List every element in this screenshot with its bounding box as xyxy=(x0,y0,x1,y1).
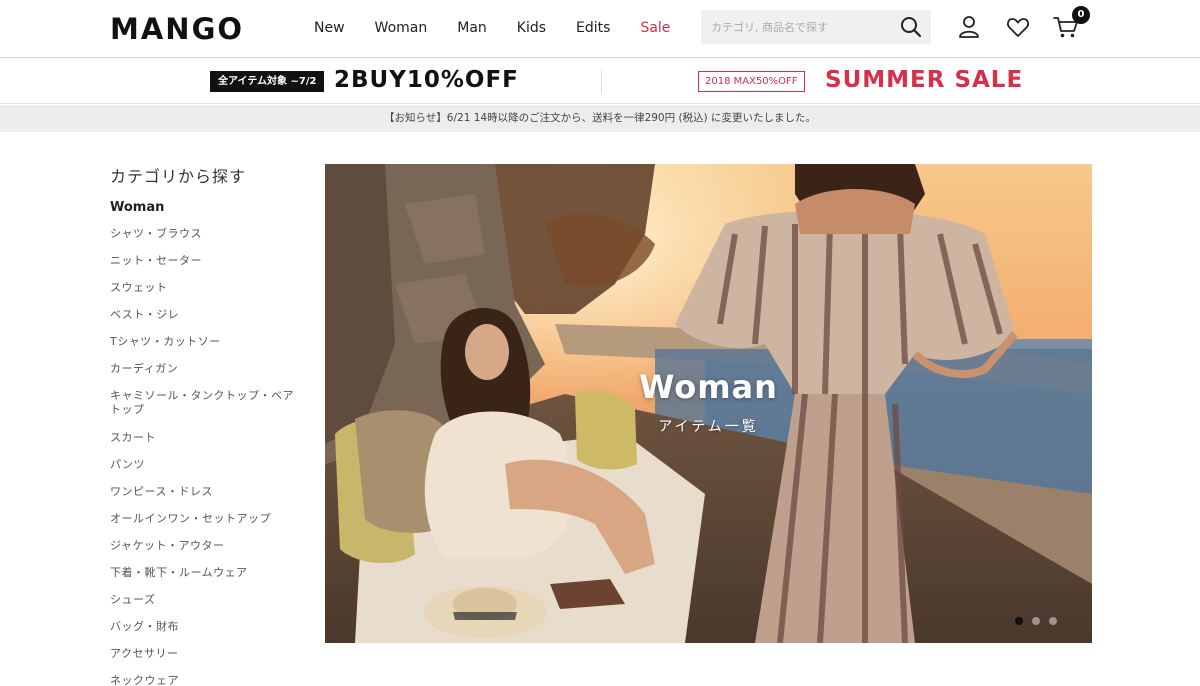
heart-icon[interactable] xyxy=(1005,14,1031,40)
nav-woman[interactable]: Woman xyxy=(375,20,428,36)
sidebar-item[interactable]: 下着・靴下・ルームウェア xyxy=(110,566,300,580)
sidebar-item[interactable]: ネックウェア xyxy=(110,674,300,686)
sidebar-item[interactable]: ベスト・ジレ xyxy=(110,308,300,322)
sidebar-item[interactable]: カーディガン xyxy=(110,362,300,376)
mango-logo[interactable]: MANGO xyxy=(110,12,244,46)
sidebar-item[interactable]: スウェット xyxy=(110,281,300,295)
sidebar-item[interactable]: シューズ xyxy=(110,593,300,607)
nav-kids[interactable]: Kids xyxy=(517,20,546,36)
search-input[interactable] xyxy=(701,10,891,44)
sidebar-category-woman[interactable]: Woman xyxy=(110,200,164,215)
sidebar-item[interactable]: アクセサリー xyxy=(110,647,300,661)
sidebar-title: カテゴリから探す xyxy=(110,167,247,186)
carousel-dots xyxy=(1015,617,1057,625)
carousel-dot-2[interactable] xyxy=(1032,617,1040,625)
nav-new[interactable]: New xyxy=(314,20,345,36)
sidebar-item[interactable]: オールインワン・セットアップ xyxy=(110,512,300,526)
shipping-notice: 【お知らせ】6/21 14時以降のご注文から、送料を一律290円 (税込) に変… xyxy=(0,105,1200,132)
nav-man[interactable]: Man xyxy=(457,20,487,36)
promo-headline: 2BUY10%OFF xyxy=(334,67,519,93)
sidebar-item[interactable]: ワンピース・ドレス xyxy=(110,485,300,499)
hero-banner[interactable]: Woman アイテム一覧 xyxy=(325,164,1092,643)
hero-title: Woman xyxy=(639,368,778,406)
site-header: MANGO New Woman Man Kids Edits Sale 0 xyxy=(0,0,1200,58)
carousel-dot-3[interactable] xyxy=(1049,617,1057,625)
search-box xyxy=(701,10,931,44)
cart-count-badge: 0 xyxy=(1072,6,1090,24)
sidebar-item[interactable]: バッグ・財布 xyxy=(110,620,300,634)
main-nav: New Woman Man Kids Edits Sale xyxy=(314,20,670,36)
sale-badge: 2018 MAX50%OFF xyxy=(698,71,805,92)
sale-title: SUMMER SALE xyxy=(825,67,1024,93)
promo-divider xyxy=(601,70,602,94)
sidebar-item[interactable]: ニット・セーター xyxy=(110,254,300,268)
search-icon[interactable] xyxy=(899,15,923,39)
hero-subtitle: アイテム一覧 xyxy=(658,419,759,435)
nav-edits[interactable]: Edits xyxy=(576,20,610,36)
nav-sale[interactable]: Sale xyxy=(640,20,670,36)
sidebar-item[interactable]: キャミソール・タンクトップ・ベアトップ xyxy=(110,389,300,417)
sidebar-category-list: シャツ・ブラウス ニット・セーター スウェット ベスト・ジレ Tシャツ・カットソ… xyxy=(110,227,300,686)
carousel-dot-1[interactable] xyxy=(1015,617,1023,625)
sidebar-item[interactable]: シャツ・ブラウス xyxy=(110,227,300,241)
user-icon[interactable] xyxy=(956,14,982,40)
sidebar-item[interactable]: ジャケット・アウター xyxy=(110,539,300,553)
promo-banner[interactable]: 全アイテム対象 ~7/2 2BUY10%OFF 2018 MAX50%OFF S… xyxy=(0,59,1200,104)
sidebar-item[interactable]: スカート xyxy=(110,431,300,445)
sidebar-item[interactable]: Tシャツ・カットソー xyxy=(110,335,300,349)
promo-tag: 全アイテム対象 ~7/2 xyxy=(210,71,325,92)
sidebar-item[interactable]: パンツ xyxy=(110,458,300,472)
